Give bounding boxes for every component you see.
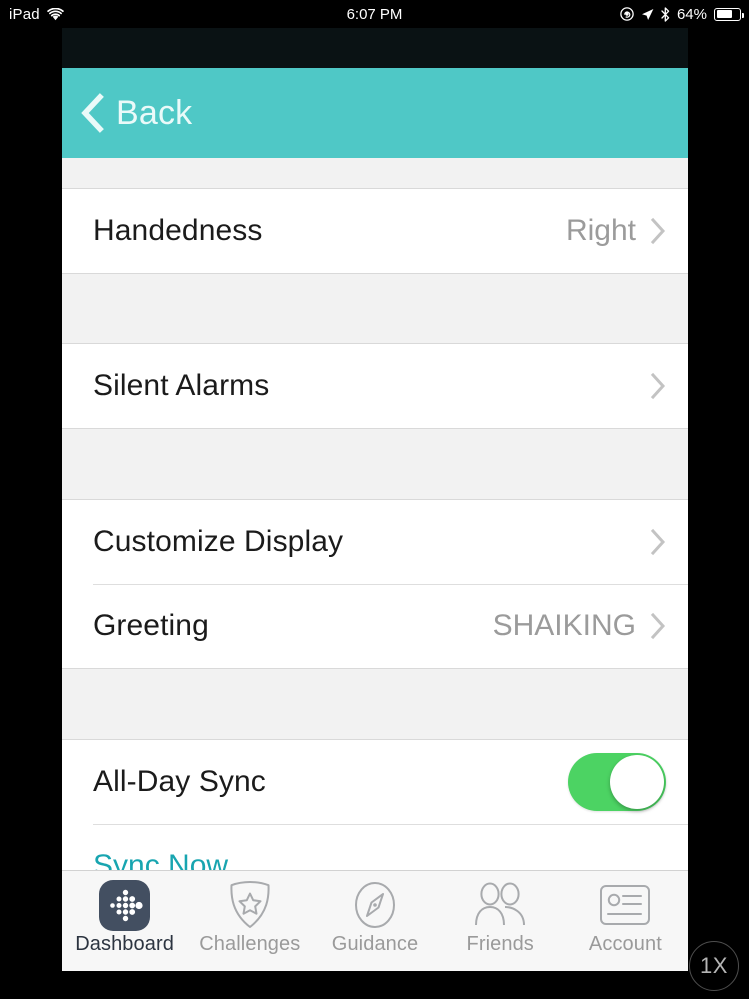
ios-status-bar: iPad 6:07 PM 64% — [0, 0, 749, 28]
location-arrow-icon — [641, 8, 654, 21]
all-day-sync-toggle[interactable] — [568, 753, 666, 811]
row-customize-display[interactable]: Customize Display — [62, 500, 688, 584]
row-greeting[interactable]: Greeting SHAIKING — [62, 584, 688, 668]
row-accessory: SHAIKING — [493, 609, 666, 643]
chevron-right-icon — [650, 372, 666, 400]
row-handedness[interactable]: Handedness Right — [62, 189, 688, 273]
app-top-strip — [62, 28, 688, 68]
fitbit-logo-icon — [99, 879, 151, 931]
chevron-left-icon[interactable] — [80, 93, 104, 133]
tab-label: Guidance — [331, 933, 419, 955]
settings-group-handedness: Handedness Right — [62, 188, 688, 274]
settings-group-silent-alarms: Silent Alarms — [62, 343, 688, 429]
screen: iPad 6:07 PM 64% Back Handedness Right S… — [0, 0, 749, 999]
row-sync-now[interactable]: Sync Now — [62, 824, 688, 870]
row-accessory — [568, 753, 666, 811]
row-title: Silent Alarms — [93, 369, 270, 402]
list-gap — [62, 669, 688, 739]
row-title: Handedness — [93, 214, 263, 247]
back-button-label[interactable]: Back — [116, 94, 192, 133]
tab-label: Dashboard — [75, 933, 174, 955]
tab-challenges[interactable]: Challenges — [187, 871, 312, 956]
list-gap — [62, 158, 688, 188]
two-people-icon — [472, 880, 528, 930]
tab-dashboard[interactable]: Dashboard — [62, 871, 187, 956]
tab-account[interactable]: Account — [563, 871, 688, 956]
status-bar-right: 64% — [620, 5, 744, 23]
chevron-right-icon — [650, 612, 666, 640]
settings-list: Handedness Right Silent Alarms Customize… — [62, 158, 688, 870]
sync-now-label: Sync Now — [93, 849, 229, 870]
tab-friends[interactable]: Friends — [438, 871, 563, 956]
tab-label: Friends — [466, 933, 534, 955]
row-accessory — [636, 372, 666, 400]
row-value: SHAIKING — [492, 609, 636, 642]
row-value: Right — [565, 214, 636, 247]
compass-icon — [352, 880, 398, 930]
row-accessory: Right — [566, 214, 666, 248]
row-title: Greeting — [93, 609, 209, 642]
rotation-lock-icon — [620, 7, 634, 21]
chevron-right-icon — [650, 528, 666, 556]
tab-bar: Dashboard Challenges Guidance Friends Ac… — [62, 870, 688, 971]
tab-guidance[interactable]: Guidance — [312, 871, 437, 956]
row-silent-alarms[interactable]: Silent Alarms — [62, 344, 688, 428]
settings-group-display: Customize Display Greeting SHAIKING — [62, 499, 688, 669]
row-accessory — [636, 528, 666, 556]
battery-icon — [714, 7, 744, 21]
chevron-right-icon — [650, 217, 666, 245]
bluetooth-icon — [661, 6, 670, 22]
toggle-knob — [610, 755, 664, 809]
tab-label: Challenges — [199, 933, 301, 955]
row-all-day-sync[interactable]: All-Day Sync — [62, 740, 688, 824]
row-title: Customize Display — [93, 525, 344, 558]
navigation-bar: Back — [62, 68, 688, 158]
list-gap — [62, 429, 688, 499]
row-title: All-Day Sync — [93, 765, 266, 798]
shield-star-icon — [227, 880, 273, 930]
battery-percent-label: 64% — [676, 5, 707, 23]
list-gap — [62, 274, 688, 343]
tab-label: Account — [588, 933, 662, 955]
settings-group-sync: All-Day Sync Sync Now — [62, 739, 688, 870]
zoom-scale-button[interactable]: 1X — [689, 941, 739, 991]
app-window: Back Handedness Right Silent Alarms Cust… — [62, 28, 688, 870]
id-card-icon — [599, 880, 651, 930]
